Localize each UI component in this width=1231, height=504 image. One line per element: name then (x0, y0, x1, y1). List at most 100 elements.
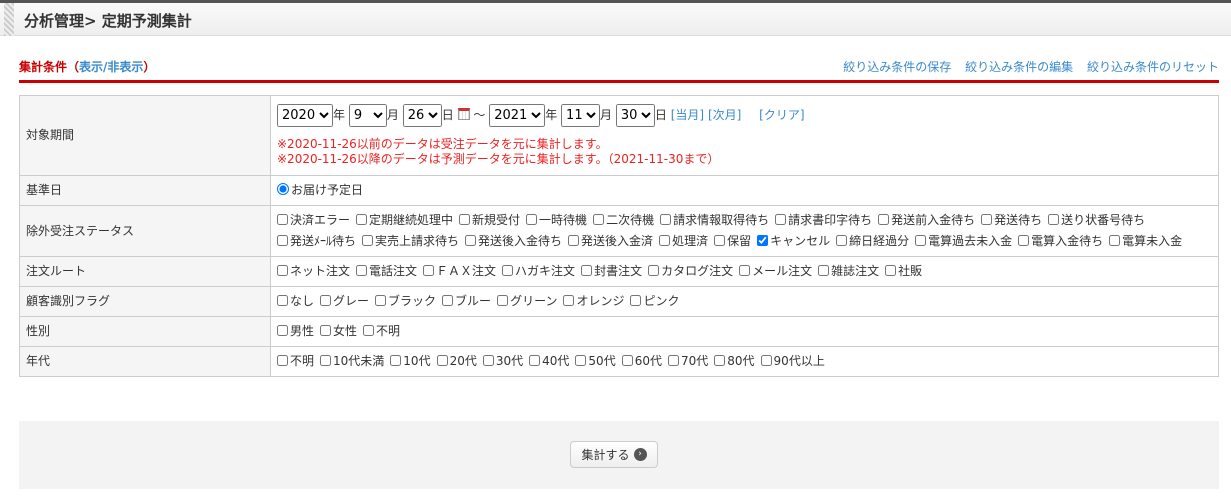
filter-checkbox[interactable]: 90代以上 (760, 351, 825, 372)
filter-checkbox[interactable]: カタログ注文 (648, 261, 733, 282)
from-day-select[interactable]: 26 (402, 104, 442, 127)
filter-checkbox[interactable]: 電算過去未入金 (915, 231, 1012, 252)
checkbox[interactable] (915, 235, 927, 246)
filter-checkbox[interactable]: 新規受付 (459, 210, 520, 231)
next-month-link[interactable]: [次月] (708, 108, 741, 122)
checkbox[interactable] (356, 265, 368, 276)
checkbox[interactable] (660, 214, 672, 225)
checkbox[interactable] (277, 355, 288, 366)
filter-checkbox[interactable]: 発送後入金待ち (465, 231, 562, 252)
filter-checkbox[interactable]: 二次待機 (593, 210, 654, 231)
filter-checkbox[interactable]: 発送待ち (981, 210, 1042, 231)
checkbox[interactable] (390, 355, 402, 366)
filter-checkbox[interactable]: 男性 (277, 321, 314, 342)
toggle-visibility-link[interactable]: 表示/非表示 (79, 60, 143, 74)
checkbox[interactable] (568, 235, 580, 246)
checkbox[interactable] (363, 325, 375, 336)
checkbox[interactable] (667, 355, 679, 366)
checkbox[interactable] (502, 265, 514, 276)
filter-checkbox[interactable]: 10代未満 (320, 351, 384, 372)
filter-checkbox[interactable]: キャンセル (757, 231, 830, 252)
checkbox[interactable] (436, 355, 448, 366)
filter-checkbox[interactable]: ピンク (630, 291, 680, 312)
filter-checkbox[interactable]: 処理済 (659, 231, 708, 252)
filter-checkbox[interactable]: 発送後入金済 (568, 231, 653, 252)
filter-checkbox[interactable]: グレー (320, 291, 369, 312)
radio-delivery-date[interactable]: お届け予定日 (277, 180, 363, 201)
filter-checkbox[interactable]: 80代 (714, 351, 755, 372)
filter-checkbox[interactable]: 50代 (575, 351, 616, 372)
checkbox[interactable] (1109, 235, 1121, 246)
filter-checkbox[interactable]: 不明 (277, 351, 314, 372)
filter-checkbox[interactable]: 30代 (482, 351, 523, 372)
checkbox[interactable] (563, 295, 575, 306)
filter-checkbox[interactable]: 請求情報取得待ち (660, 210, 769, 231)
checkbox[interactable] (818, 265, 830, 276)
filter-checkbox[interactable]: メール注文 (739, 261, 812, 282)
filter-checkbox[interactable]: 電話注文 (356, 261, 417, 282)
filter-checkbox[interactable]: ブルー (442, 291, 491, 312)
filter-checkbox[interactable]: 一時待機 (526, 210, 587, 231)
checkbox[interactable] (757, 235, 769, 246)
filter-checkbox[interactable]: ブラック (375, 291, 436, 312)
filter-checkbox[interactable]: 60代 (621, 351, 662, 372)
filter-checkbox[interactable]: 女性 (320, 321, 357, 342)
checkbox[interactable] (497, 295, 509, 306)
filter-checkbox[interactable]: 実売上請求待ち (362, 231, 459, 252)
from-month-select[interactable]: 9 (348, 104, 387, 127)
checkbox[interactable] (981, 214, 993, 225)
checkbox[interactable] (648, 265, 660, 276)
filter-checkbox[interactable]: 40代 (529, 351, 569, 372)
checkbox[interactable] (423, 265, 435, 276)
to-year-select[interactable]: 2021 (489, 104, 546, 127)
from-year-select[interactable]: 2020 (277, 104, 333, 127)
filter-checkbox[interactable]: 電算未入金 (1109, 231, 1182, 252)
filter-checkbox[interactable]: 社販 (885, 261, 922, 282)
checkbox[interactable] (529, 355, 541, 366)
checkbox[interactable] (526, 214, 538, 225)
to-day-select[interactable]: 30 (615, 104, 655, 127)
checkbox[interactable] (277, 265, 288, 276)
filter-checkbox[interactable]: 発送ﾒｰﾙ待ち (277, 231, 356, 252)
filter-checkbox[interactable]: 発送前入金待ち (878, 210, 975, 231)
checkbox[interactable] (459, 214, 471, 225)
filter-checkbox[interactable]: グリーン (497, 291, 557, 312)
checkbox[interactable] (465, 235, 477, 246)
checkbox[interactable] (1048, 214, 1060, 225)
checkbox[interactable] (714, 355, 726, 366)
filter-checkbox[interactable]: 保留 (714, 231, 751, 252)
checkbox[interactable] (760, 355, 772, 366)
checkbox[interactable] (885, 265, 897, 276)
checkbox[interactable] (659, 235, 671, 246)
checkbox[interactable] (836, 235, 848, 246)
checkbox[interactable] (320, 355, 332, 366)
checkbox[interactable] (442, 295, 454, 306)
filter-checkbox[interactable]: 封書注文 (581, 261, 642, 282)
filter-checkbox[interactable]: ネット注文 (277, 261, 350, 282)
checkbox[interactable] (482, 355, 494, 366)
filter-checkbox[interactable]: ハガキ注文 (502, 261, 575, 282)
filter-checkbox[interactable]: 締日経過分 (836, 231, 909, 252)
checkbox[interactable] (277, 295, 288, 306)
filter-checkbox[interactable]: 不明 (363, 321, 400, 342)
checkbox[interactable] (630, 295, 642, 306)
aggregate-button[interactable]: 集計する › (570, 441, 658, 468)
checkbox[interactable] (356, 214, 368, 225)
filter-checkbox[interactable]: オレンジ (563, 291, 624, 312)
checkbox[interactable] (320, 325, 332, 336)
to-month-select[interactable]: 11 (561, 104, 601, 127)
checkbox[interactable] (1018, 235, 1030, 246)
checkbox[interactable] (277, 325, 288, 336)
filter-checkbox[interactable]: 決済エラー (277, 210, 350, 231)
checkbox[interactable] (714, 235, 726, 246)
filter-checkbox[interactable]: 請求書印字待ち (775, 210, 872, 231)
clear-link[interactable]: [クリア] (759, 108, 804, 122)
filter-checkbox[interactable]: 20代 (436, 351, 477, 372)
save-filter-link[interactable]: 絞り込み条件の保存 (843, 60, 951, 74)
this-month-link[interactable]: [当月] (671, 108, 704, 122)
filter-checkbox[interactable]: 定期継続処理中 (356, 210, 453, 231)
checkbox[interactable] (575, 355, 587, 366)
filter-checkbox[interactable]: 送り状番号待ち (1048, 210, 1145, 231)
filter-checkbox[interactable]: 10代 (390, 351, 431, 372)
filter-checkbox[interactable]: 70代 (667, 351, 708, 372)
